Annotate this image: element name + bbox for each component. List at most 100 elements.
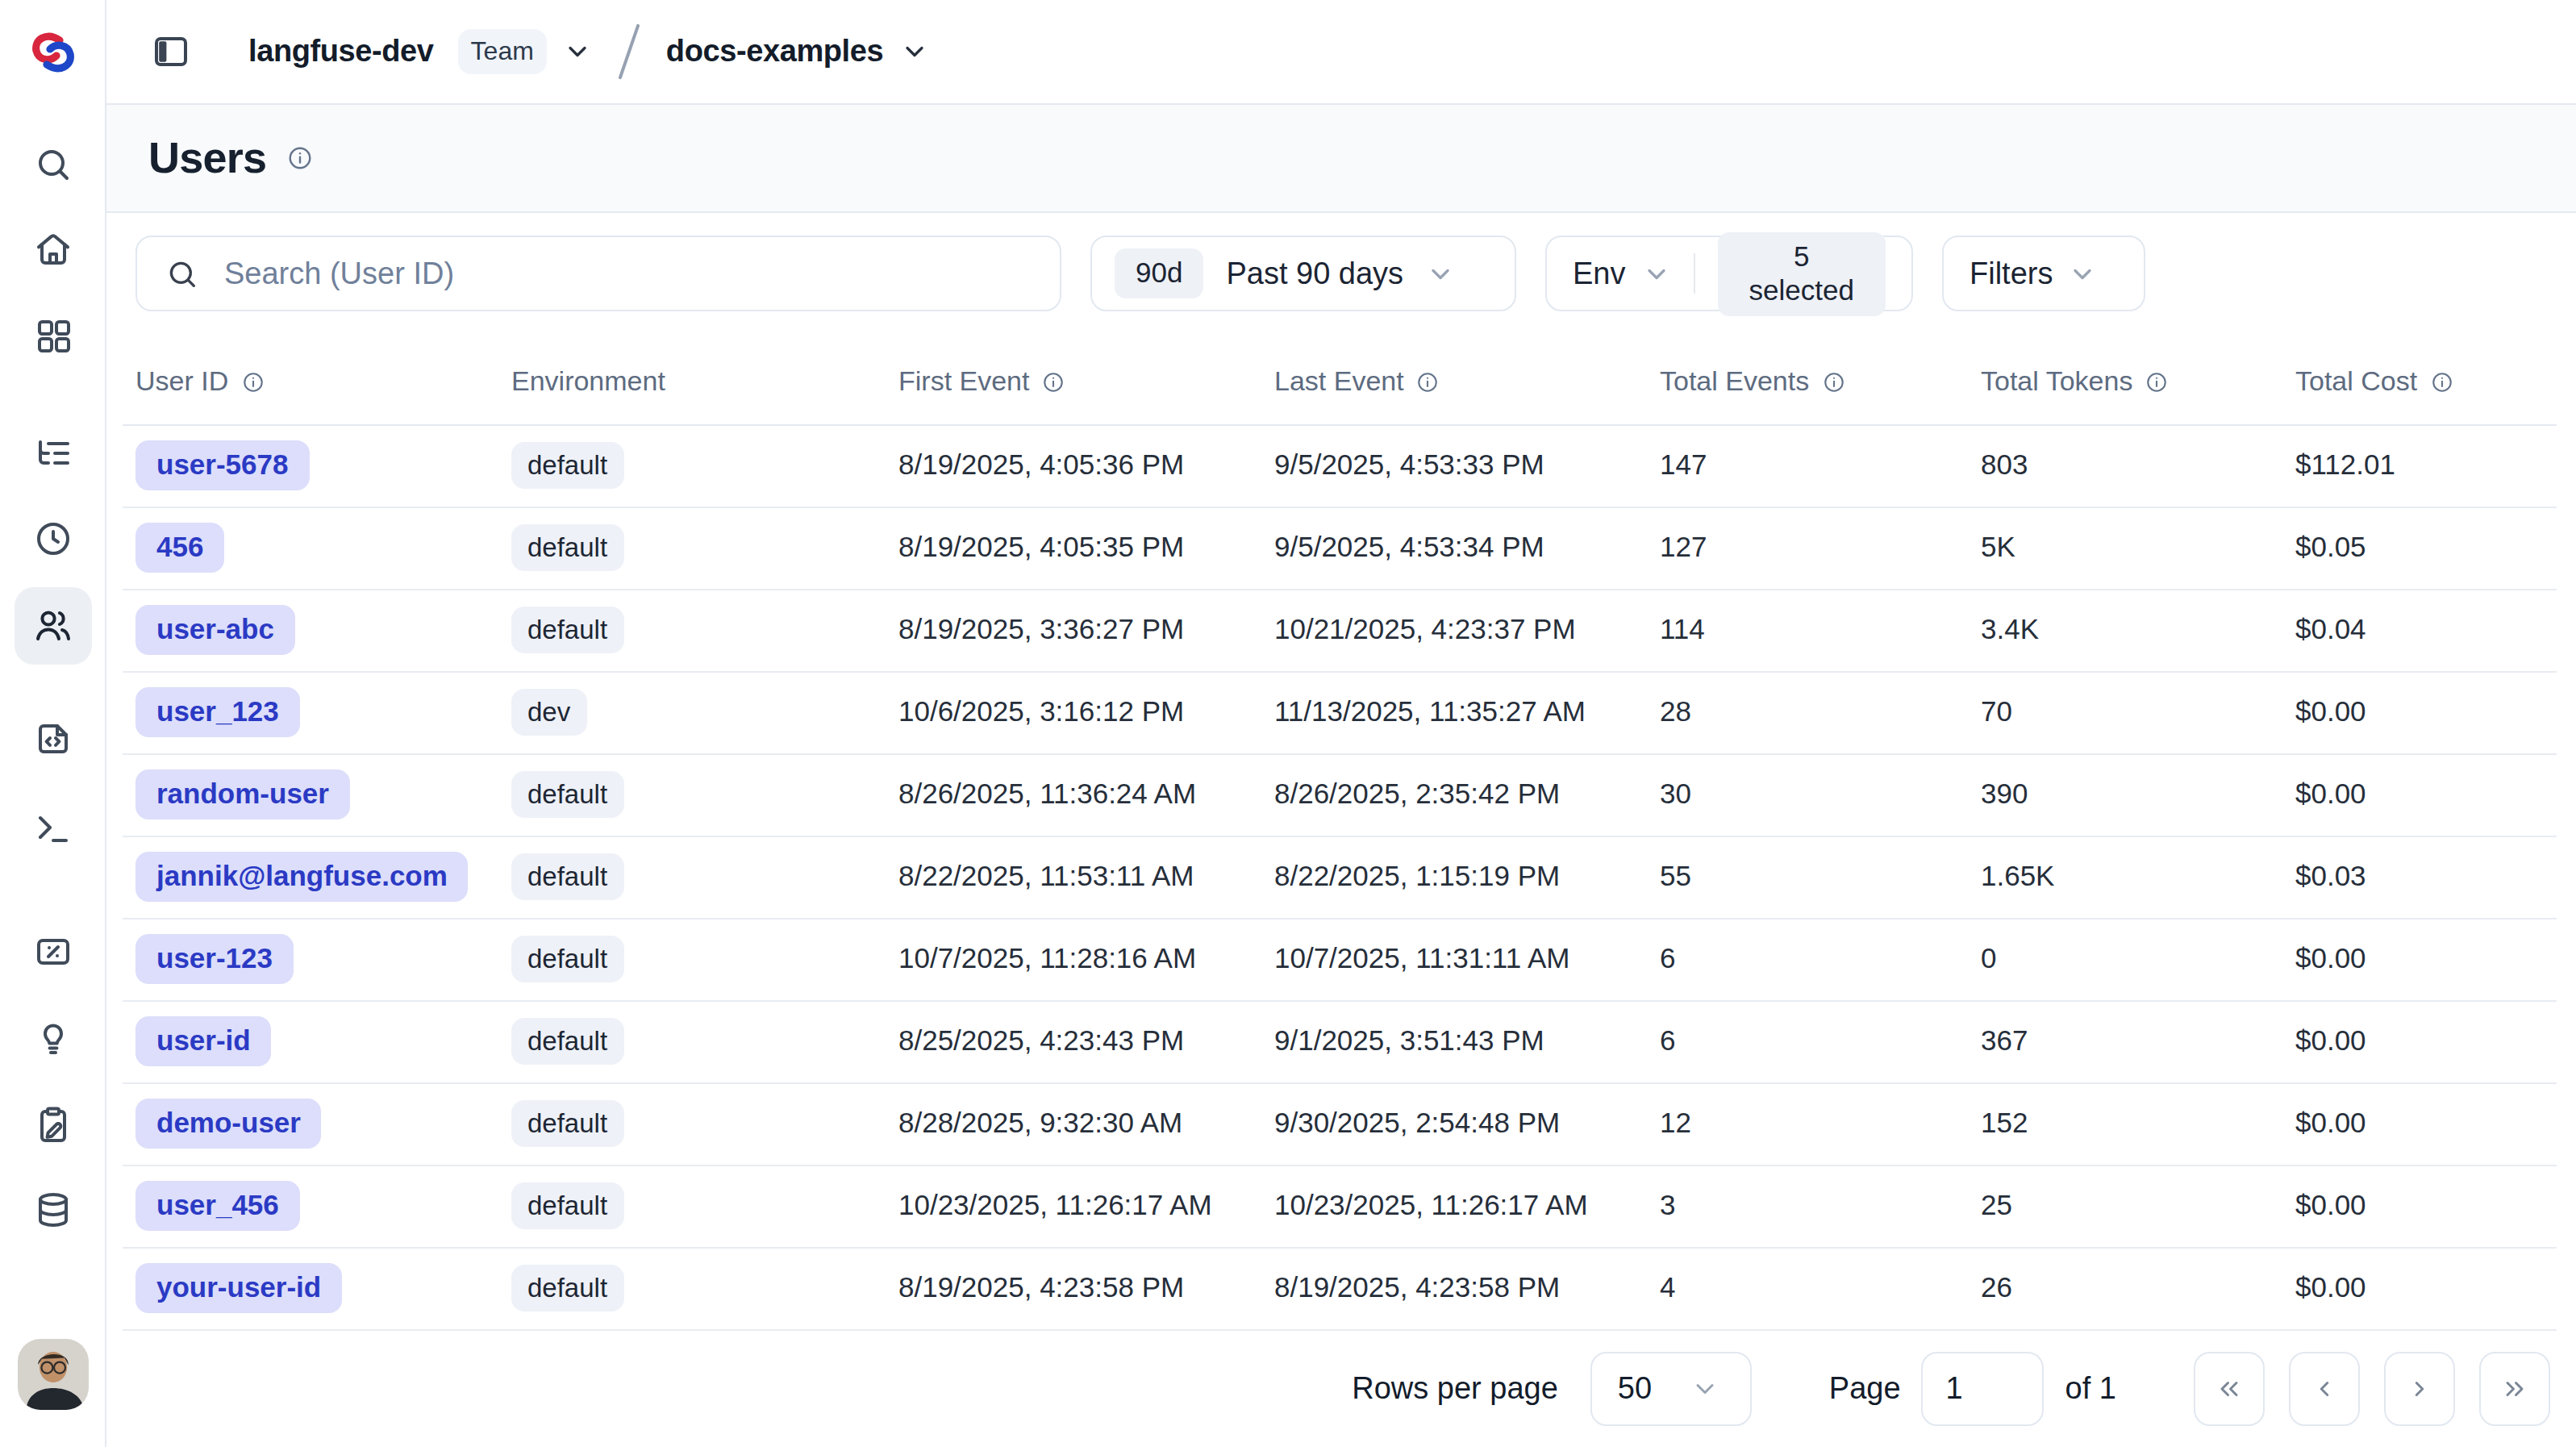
first-event-cell: 10/7/2025, 11:28:16 AM [886,918,1261,1000]
users-table-body: user-5678default8/19/2025, 4:05:36 PM9/5… [123,424,2557,1329]
environment-badge: default [511,1018,623,1065]
total-events-cell: 30 [1647,753,1968,836]
home-icon [34,231,73,269]
project-chevron-down-icon[interactable] [899,37,928,66]
first-event-cell: 8/19/2025, 4:23:58 PM [886,1247,1261,1329]
first-event-cell: 8/19/2025, 4:05:36 PM [886,424,1261,507]
column-header-total-tokens[interactable]: Total Tokens [1968,311,2282,424]
table-row[interactable]: jannik@langfuse.comdefault8/22/2025, 11:… [123,836,2557,918]
user-id-badge[interactable]: 456 [135,523,224,573]
search-input[interactable] [224,256,1060,291]
page-number-value: 1 [1946,1371,1963,1407]
user-id-badge[interactable]: demo-user [135,1099,322,1149]
total-tokens-cell: 0 [1968,918,2282,1000]
environment-badge: default [511,1182,623,1229]
table-row[interactable]: your-user-id default 8/19/2025, 4:23:58 PM… [123,1247,2557,1329]
search-icon [34,145,73,184]
sidebar-item-playground[interactable] [15,790,92,868]
table-footer: Rows per page 50 Page 1 of 1 [106,1330,2576,1447]
next-page-button[interactable] [2384,1352,2455,1426]
table-row[interactable]: user-5678default8/19/2025, 4:05:36 PM9/5… [123,424,2557,507]
project-name[interactable]: docs-examples [666,34,883,69]
column-info-icon[interactable] [1417,370,1440,393]
column-header-total-events[interactable]: Total Events [1647,311,1968,424]
page-number-input[interactable]: 1 [1922,1352,2045,1426]
langfuse-logo-icon[interactable] [27,31,79,74]
table-row[interactable]: 456default8/19/2025, 4:05:35 PM9/5/2025,… [123,507,2557,589]
last-page-button[interactable] [2479,1352,2550,1426]
column-info-icon[interactable] [2430,370,2453,393]
search-box[interactable] [135,236,1061,311]
previous-page-button[interactable] [2289,1352,2360,1426]
sidebar-item-scores[interactable] [15,913,92,990]
environment-badge: default [511,1265,623,1311]
users-table: User IDEnvironmentFirst EventLast EventT… [123,311,2557,1330]
user-avatar[interactable] [18,1339,89,1410]
total-events-cell: 55 [1647,836,1968,918]
env-divider [1694,253,1695,294]
last-event-cell: 9/30/2025, 2:54:48 PM [1261,1082,1647,1165]
topbar: langfuse-dev Team docs-examples [106,0,2576,105]
org-chevron-down-icon[interactable] [563,37,592,66]
user-id-badge[interactable]: user_456 [135,1181,300,1231]
sidebar-item-annotation[interactable] [15,1086,92,1163]
page-header: Users [106,105,2576,213]
sidebar-item-insights[interactable] [15,999,92,1076]
column-header-user-id[interactable]: User ID [123,311,498,424]
user-id-badge[interactable]: user-5678 [135,440,309,490]
first-page-button[interactable] [2194,1352,2265,1426]
sidebar-item-dashboards[interactable] [15,297,92,374]
sidebar-item-home[interactable] [15,211,92,289]
total-tokens-cell: 152 [1968,1082,2282,1165]
env-filter-button[interactable]: Env 5 selected [1545,236,1913,311]
chevron-right-icon [2405,1374,2434,1403]
sidebar-item-datasets[interactable] [15,1171,92,1249]
rows-per-page-chevron-icon [1690,1374,1719,1403]
sidebar-toggle-button[interactable] [152,32,190,71]
sidebar-item-sessions[interactable] [15,500,92,578]
user-id-badge[interactable]: user-id [135,1016,272,1066]
column-header-environment[interactable]: Environment [498,311,886,424]
sidebar-item-users[interactable] [15,587,92,665]
date-range-button[interactable]: 90d Past 90 days [1090,236,1516,311]
table-row[interactable]: user-iddefault8/25/2025, 4:23:43 PM9/1/2… [123,1000,2557,1082]
env-chevron-down-icon [1642,259,1671,288]
total-cost-cell: $0.05 [2282,507,2557,589]
user-id-badge[interactable]: your-user-id [135,1263,342,1313]
sidebar-item-search[interactable] [15,126,92,203]
user-id-badge[interactable]: user-123 [135,934,294,984]
layout-grid-icon [34,316,73,355]
org-name[interactable]: langfuse-dev [248,34,434,69]
chevrons-left-icon [2215,1374,2244,1403]
users-icon [34,607,73,645]
first-event-cell: 8/22/2025, 11:53:11 AM [886,836,1261,918]
user-id-badge[interactable]: jannik@langfuse.com [135,852,469,902]
column-header-total-cost[interactable]: Total Cost [2282,311,2557,424]
table-row[interactable]: user_456default10/23/2025, 11:26:17 AM10… [123,1165,2557,1247]
table-row[interactable]: user-123default10/7/2025, 11:28:16 AM10/… [123,918,2557,1000]
filters-button[interactable]: Filters [1942,236,2145,311]
file-code-icon [34,719,73,758]
user-id-badge[interactable]: user_123 [135,687,300,737]
langfuse-app: langfuse-dev Team docs-examples Users 90… [0,0,2576,1447]
rows-per-page-select[interactable]: 50 [1590,1352,1752,1426]
column-info-icon[interactable] [241,370,264,393]
column-header-last-event[interactable]: Last Event [1261,311,1647,424]
column-info-icon[interactable] [2145,370,2168,393]
total-events-cell: 114 [1647,589,1968,671]
column-info-icon[interactable] [1822,370,1844,393]
page-title-info-icon[interactable] [287,145,313,171]
date-range-badge: 90d [1115,248,1203,298]
table-row[interactable]: user_123dev10/6/2025, 3:16:12 PM11/13/20… [123,671,2557,753]
total-events-cell: 6 [1647,918,1968,1000]
column-info-icon[interactable] [1043,370,1065,393]
total-cost-cell: $0.03 [2282,836,2557,918]
user-id-badge[interactable]: random-user [135,769,350,819]
sidebar-item-tracing[interactable] [15,415,92,492]
column-header-first-event[interactable]: First Event [886,311,1261,424]
user-id-badge[interactable]: user-abc [135,605,295,655]
table-row[interactable]: user-abcdefault8/19/2025, 3:36:27 PM10/2… [123,589,2557,671]
table-row[interactable]: random-userdefault8/26/2025, 11:36:24 AM… [123,753,2557,836]
sidebar-item-evaluators[interactable] [15,700,92,778]
table-row[interactable]: demo-userdefault8/28/2025, 9:32:30 AM9/3… [123,1082,2557,1165]
